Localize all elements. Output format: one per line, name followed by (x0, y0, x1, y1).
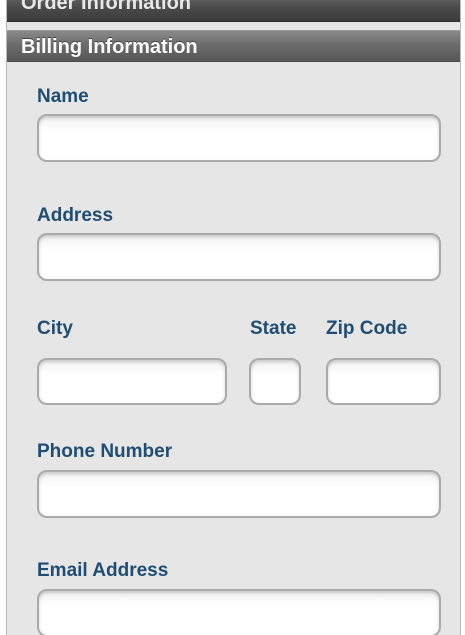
name-label: Name (37, 86, 89, 107)
address-field[interactable] (37, 233, 441, 281)
address-label: Address (37, 205, 114, 226)
name-field[interactable] (37, 114, 441, 162)
zip-code-field[interactable] (326, 358, 441, 405)
email-address-label: Email Address (37, 560, 169, 581)
form-panel: Order Information Billing Information Na… (6, 0, 461, 635)
section-title-billing-information: Billing Information (21, 36, 198, 58)
phone-number-label: Phone Number (37, 441, 173, 462)
section-title-order-information: Order Information (21, 0, 192, 14)
city-field[interactable] (37, 358, 227, 405)
email-address-field[interactable] (37, 589, 441, 635)
section-header-billing-information[interactable]: Billing Information (7, 30, 460, 62)
state-label: State (250, 318, 297, 339)
phone-number-field[interactable] (37, 470, 441, 518)
section-header-order-information[interactable]: Order Information (7, 0, 460, 22)
city-label: City (37, 318, 73, 339)
state-field[interactable] (249, 358, 301, 405)
zip-code-label: Zip Code (326, 318, 408, 339)
billing-form-screen: Order Information Billing Information Na… (0, 0, 465, 635)
